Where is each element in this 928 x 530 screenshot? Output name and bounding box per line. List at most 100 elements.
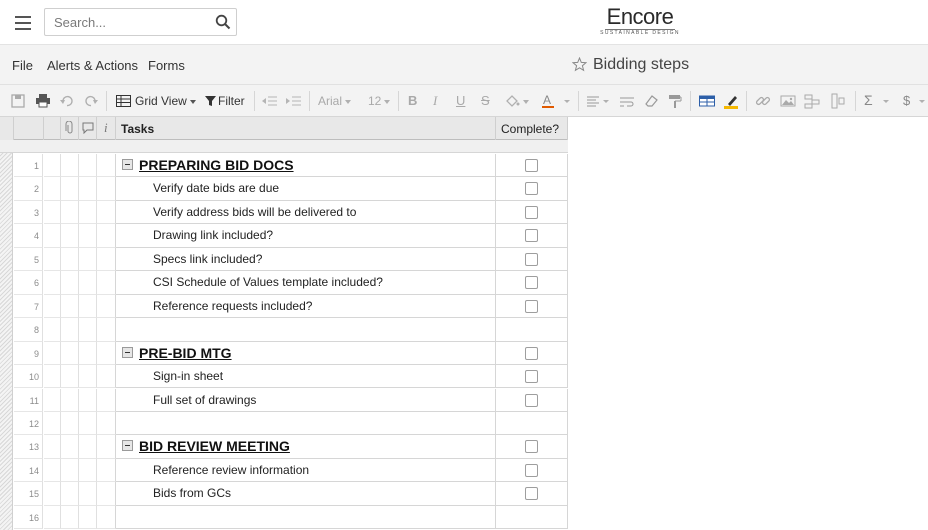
row-info-cell[interactable]	[97, 177, 116, 201]
row-attachment-cell[interactable]	[61, 482, 79, 506]
undo-icon[interactable]	[60, 93, 74, 109]
sum-icon[interactable]: Σ	[864, 92, 873, 108]
outdent-icon[interactable]	[262, 93, 277, 109]
table-row[interactable]: 8	[0, 318, 568, 342]
menu-alerts-actions[interactable]: Alerts & Actions	[47, 58, 138, 73]
conditional-format-icon[interactable]	[699, 93, 715, 109]
row-action-cell[interactable]	[44, 458, 61, 483]
clear-format-icon[interactable]	[643, 93, 659, 109]
table-row[interactable]: 5 Specs link included?	[0, 247, 568, 272]
row-action-cell[interactable]	[44, 224, 61, 248]
table-row[interactable]: 12	[0, 411, 568, 436]
complete-checkbox[interactable]	[525, 346, 538, 360]
header-tasks[interactable]: Tasks	[116, 117, 496, 140]
row-info-cell[interactable]	[97, 318, 116, 342]
row-attachment-cell[interactable]	[61, 154, 79, 178]
font-size-select[interactable]: 12	[368, 94, 391, 108]
task-cell[interactable]: CSI Schedule of Values template included…	[116, 271, 496, 295]
row-comment-cell[interactable]	[79, 177, 97, 201]
complete-checkbox[interactable]	[525, 463, 538, 477]
task-cell[interactable]: Reference requests included?	[116, 294, 496, 319]
row-number-cell[interactable]: 5	[14, 247, 43, 272]
row-action-cell[interactable]	[44, 482, 61, 506]
collapse-icon[interactable]	[122, 159, 133, 170]
complete-checkbox[interactable]	[525, 370, 538, 384]
task-cell[interactable]: BID REVIEW MEETING	[116, 435, 496, 459]
complete-checkbox[interactable]	[525, 159, 538, 172]
task-cell[interactable]: Reference review information	[116, 458, 496, 483]
row-comment-cell[interactable]	[79, 458, 97, 483]
row-attachment-cell[interactable]	[61, 224, 79, 248]
row-attachment-cell[interactable]	[61, 271, 79, 295]
highlight-icon[interactable]	[723, 93, 739, 109]
collapse-icon[interactable]	[122, 440, 133, 452]
table-row[interactable]: 4 Drawing link included?	[0, 224, 568, 248]
row-number-cell[interactable]: 7	[14, 294, 43, 319]
row-action-cell[interactable]	[44, 200, 61, 225]
format-painter-icon[interactable]	[667, 93, 683, 109]
row-number-cell[interactable]: 3	[14, 200, 43, 225]
hamburger-menu-icon[interactable]	[12, 12, 34, 34]
print-icon[interactable]	[35, 93, 51, 109]
row-comment-cell[interactable]	[79, 411, 97, 436]
complete-cell[interactable]	[496, 224, 568, 248]
row-info-cell[interactable]	[97, 154, 116, 178]
complete-cell[interactable]	[496, 294, 568, 319]
row-action-cell[interactable]	[44, 294, 61, 319]
complete-checkbox[interactable]	[525, 205, 538, 219]
complete-cell[interactable]	[496, 177, 568, 201]
row-attachment-cell[interactable]	[61, 458, 79, 483]
table-row[interactable]: 11 Full set of drawings	[0, 388, 568, 412]
align-icon[interactable]	[587, 93, 611, 109]
row-action-cell[interactable]	[44, 318, 61, 342]
task-cell[interactable]: Specs link included?	[116, 247, 496, 272]
complete-cell[interactable]	[496, 271, 568, 295]
column-icon[interactable]	[831, 93, 845, 109]
font-family-select[interactable]: Arial	[318, 94, 352, 108]
complete-checkbox[interactable]	[525, 229, 538, 243]
row-info-cell[interactable]	[97, 271, 116, 295]
row-comment-cell[interactable]	[79, 435, 97, 459]
text-color-icon[interactable]: A	[541, 93, 571, 109]
row-attachment-cell[interactable]	[61, 411, 79, 436]
table-row[interactable]: 14 Reference review information	[0, 458, 568, 483]
task-cell[interactable]: Sign-in sheet	[116, 365, 496, 389]
task-cell[interactable]	[116, 505, 496, 530]
header-info[interactable]: i	[97, 117, 116, 140]
grid-view-icon[interactable]	[116, 93, 131, 109]
complete-cell[interactable]	[496, 482, 568, 506]
complete-cell[interactable]	[496, 247, 568, 272]
complete-checkbox[interactable]	[525, 393, 538, 407]
row-number-cell[interactable]: 12	[14, 411, 43, 436]
row-info-cell[interactable]	[97, 365, 116, 389]
row-info-cell[interactable]	[97, 435, 116, 459]
row-info-cell[interactable]	[97, 505, 116, 530]
table-row[interactable]: 13 BID REVIEW MEETING	[0, 435, 568, 459]
table-row[interactable]: 6 CSI Schedule of Values template include…	[0, 271, 568, 295]
task-cell[interactable]: PRE-BID MTG	[116, 341, 496, 365]
table-row[interactable]: 15 Bids from GCs	[0, 482, 568, 506]
table-row[interactable]: 10 Sign-in sheet	[0, 365, 568, 389]
complete-cell[interactable]	[496, 505, 568, 530]
row-attachment-cell[interactable]	[61, 318, 79, 342]
row-action-cell[interactable]	[44, 341, 61, 365]
row-number-cell[interactable]: 6	[14, 271, 43, 295]
row-info-cell[interactable]	[97, 200, 116, 225]
complete-cell[interactable]	[496, 318, 568, 342]
redo-icon[interactable]	[84, 93, 98, 109]
row-action-cell[interactable]	[44, 154, 61, 178]
row-attachment-cell[interactable]	[61, 200, 79, 225]
collapse-icon[interactable]	[122, 346, 133, 358]
menu-file[interactable]: File	[12, 58, 33, 73]
search-icon[interactable]	[215, 14, 231, 30]
row-info-cell[interactable]	[97, 294, 116, 319]
search-input[interactable]	[45, 9, 210, 35]
row-info-cell[interactable]	[97, 341, 116, 365]
row-info-cell[interactable]	[97, 458, 116, 483]
task-cell[interactable]: Drawing link included?	[116, 224, 496, 248]
save-icon[interactable]	[11, 93, 25, 109]
underline-icon[interactable]: U	[456, 93, 465, 108]
complete-checkbox[interactable]	[525, 276, 538, 290]
grid-view-dropdown[interactable]: Grid View	[135, 94, 196, 108]
table-row[interactable]: 7 Reference requests included?	[0, 294, 568, 319]
